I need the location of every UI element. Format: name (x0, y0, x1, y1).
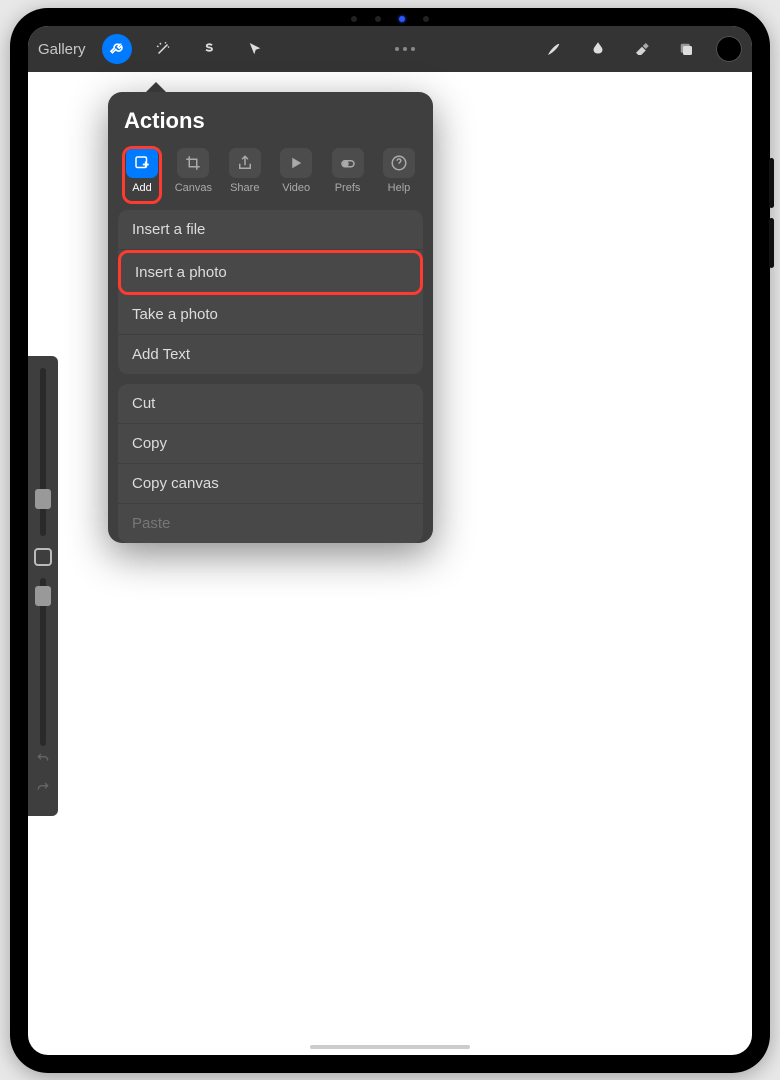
tab-video[interactable]: Video (274, 148, 318, 194)
eraser-icon[interactable] (628, 35, 656, 63)
color-picker-disc[interactable] (716, 36, 742, 62)
top-toolbar: Gallery (28, 26, 752, 72)
gallery-button[interactable]: Gallery (38, 41, 86, 58)
modify-square-button[interactable] (34, 548, 52, 566)
menu-paste: Paste (118, 504, 423, 543)
tab-share[interactable]: Share (223, 148, 267, 194)
tab-label: Prefs (335, 182, 361, 194)
menu-insert-file[interactable]: Insert a file (118, 210, 423, 250)
actions-popover: Actions Add Canvas (108, 82, 433, 559)
home-indicator[interactable] (310, 1045, 470, 1049)
tab-prefs[interactable]: Prefs (326, 148, 370, 194)
add-section: Insert a file Insert a photo Take a phot… (118, 210, 423, 374)
help-question-icon (383, 148, 415, 178)
tab-label: Video (282, 182, 310, 194)
popover-title: Actions (124, 108, 417, 134)
tab-help[interactable]: Help (377, 148, 421, 194)
menu-add-text[interactable]: Add Text (118, 335, 423, 374)
adjustments-wand-icon[interactable] (148, 34, 178, 64)
canvas-crop-icon (177, 148, 209, 178)
selection-s-icon[interactable] (194, 34, 224, 64)
video-play-icon (280, 148, 312, 178)
volume-down-button[interactable] (769, 218, 774, 268)
highlight-ring (122, 146, 162, 204)
menu-cut[interactable]: Cut (118, 384, 423, 424)
tab-label: Help (388, 182, 411, 194)
brush-size-slider[interactable] (40, 368, 46, 536)
share-icon (229, 148, 261, 178)
screen: Gallery (28, 26, 752, 1055)
tab-label: Canvas (175, 182, 212, 194)
menu-copy[interactable]: Copy (118, 424, 423, 464)
tab-label: Share (230, 182, 259, 194)
menu-insert-photo[interactable]: Insert a photo (118, 250, 423, 295)
prefs-toggle-icon (332, 148, 364, 178)
multitask-dots-icon[interactable] (395, 47, 415, 51)
side-slider-panel (28, 356, 58, 816)
volume-up-button[interactable] (769, 158, 774, 208)
clipboard-section: Cut Copy Copy canvas Paste (118, 384, 423, 543)
opacity-slider[interactable] (40, 578, 46, 746)
layers-icon[interactable] (672, 35, 700, 63)
actions-wrench-icon[interactable] (102, 34, 132, 64)
menu-copy-canvas[interactable]: Copy canvas (118, 464, 423, 504)
front-camera-cluster (330, 14, 450, 24)
tab-add[interactable]: Add (120, 148, 164, 194)
undo-icon[interactable] (35, 750, 51, 771)
transform-arrow-icon[interactable] (240, 34, 270, 64)
popover-arrow (146, 82, 166, 92)
tab-canvas[interactable]: Canvas (171, 148, 215, 194)
ipad-frame: Gallery (10, 8, 770, 1073)
redo-icon[interactable] (35, 779, 51, 800)
smudge-icon[interactable] (584, 35, 612, 63)
menu-take-photo[interactable]: Take a photo (118, 295, 423, 335)
brush-icon[interactable] (540, 35, 568, 63)
actions-tab-row: Add Canvas Share (118, 148, 423, 194)
